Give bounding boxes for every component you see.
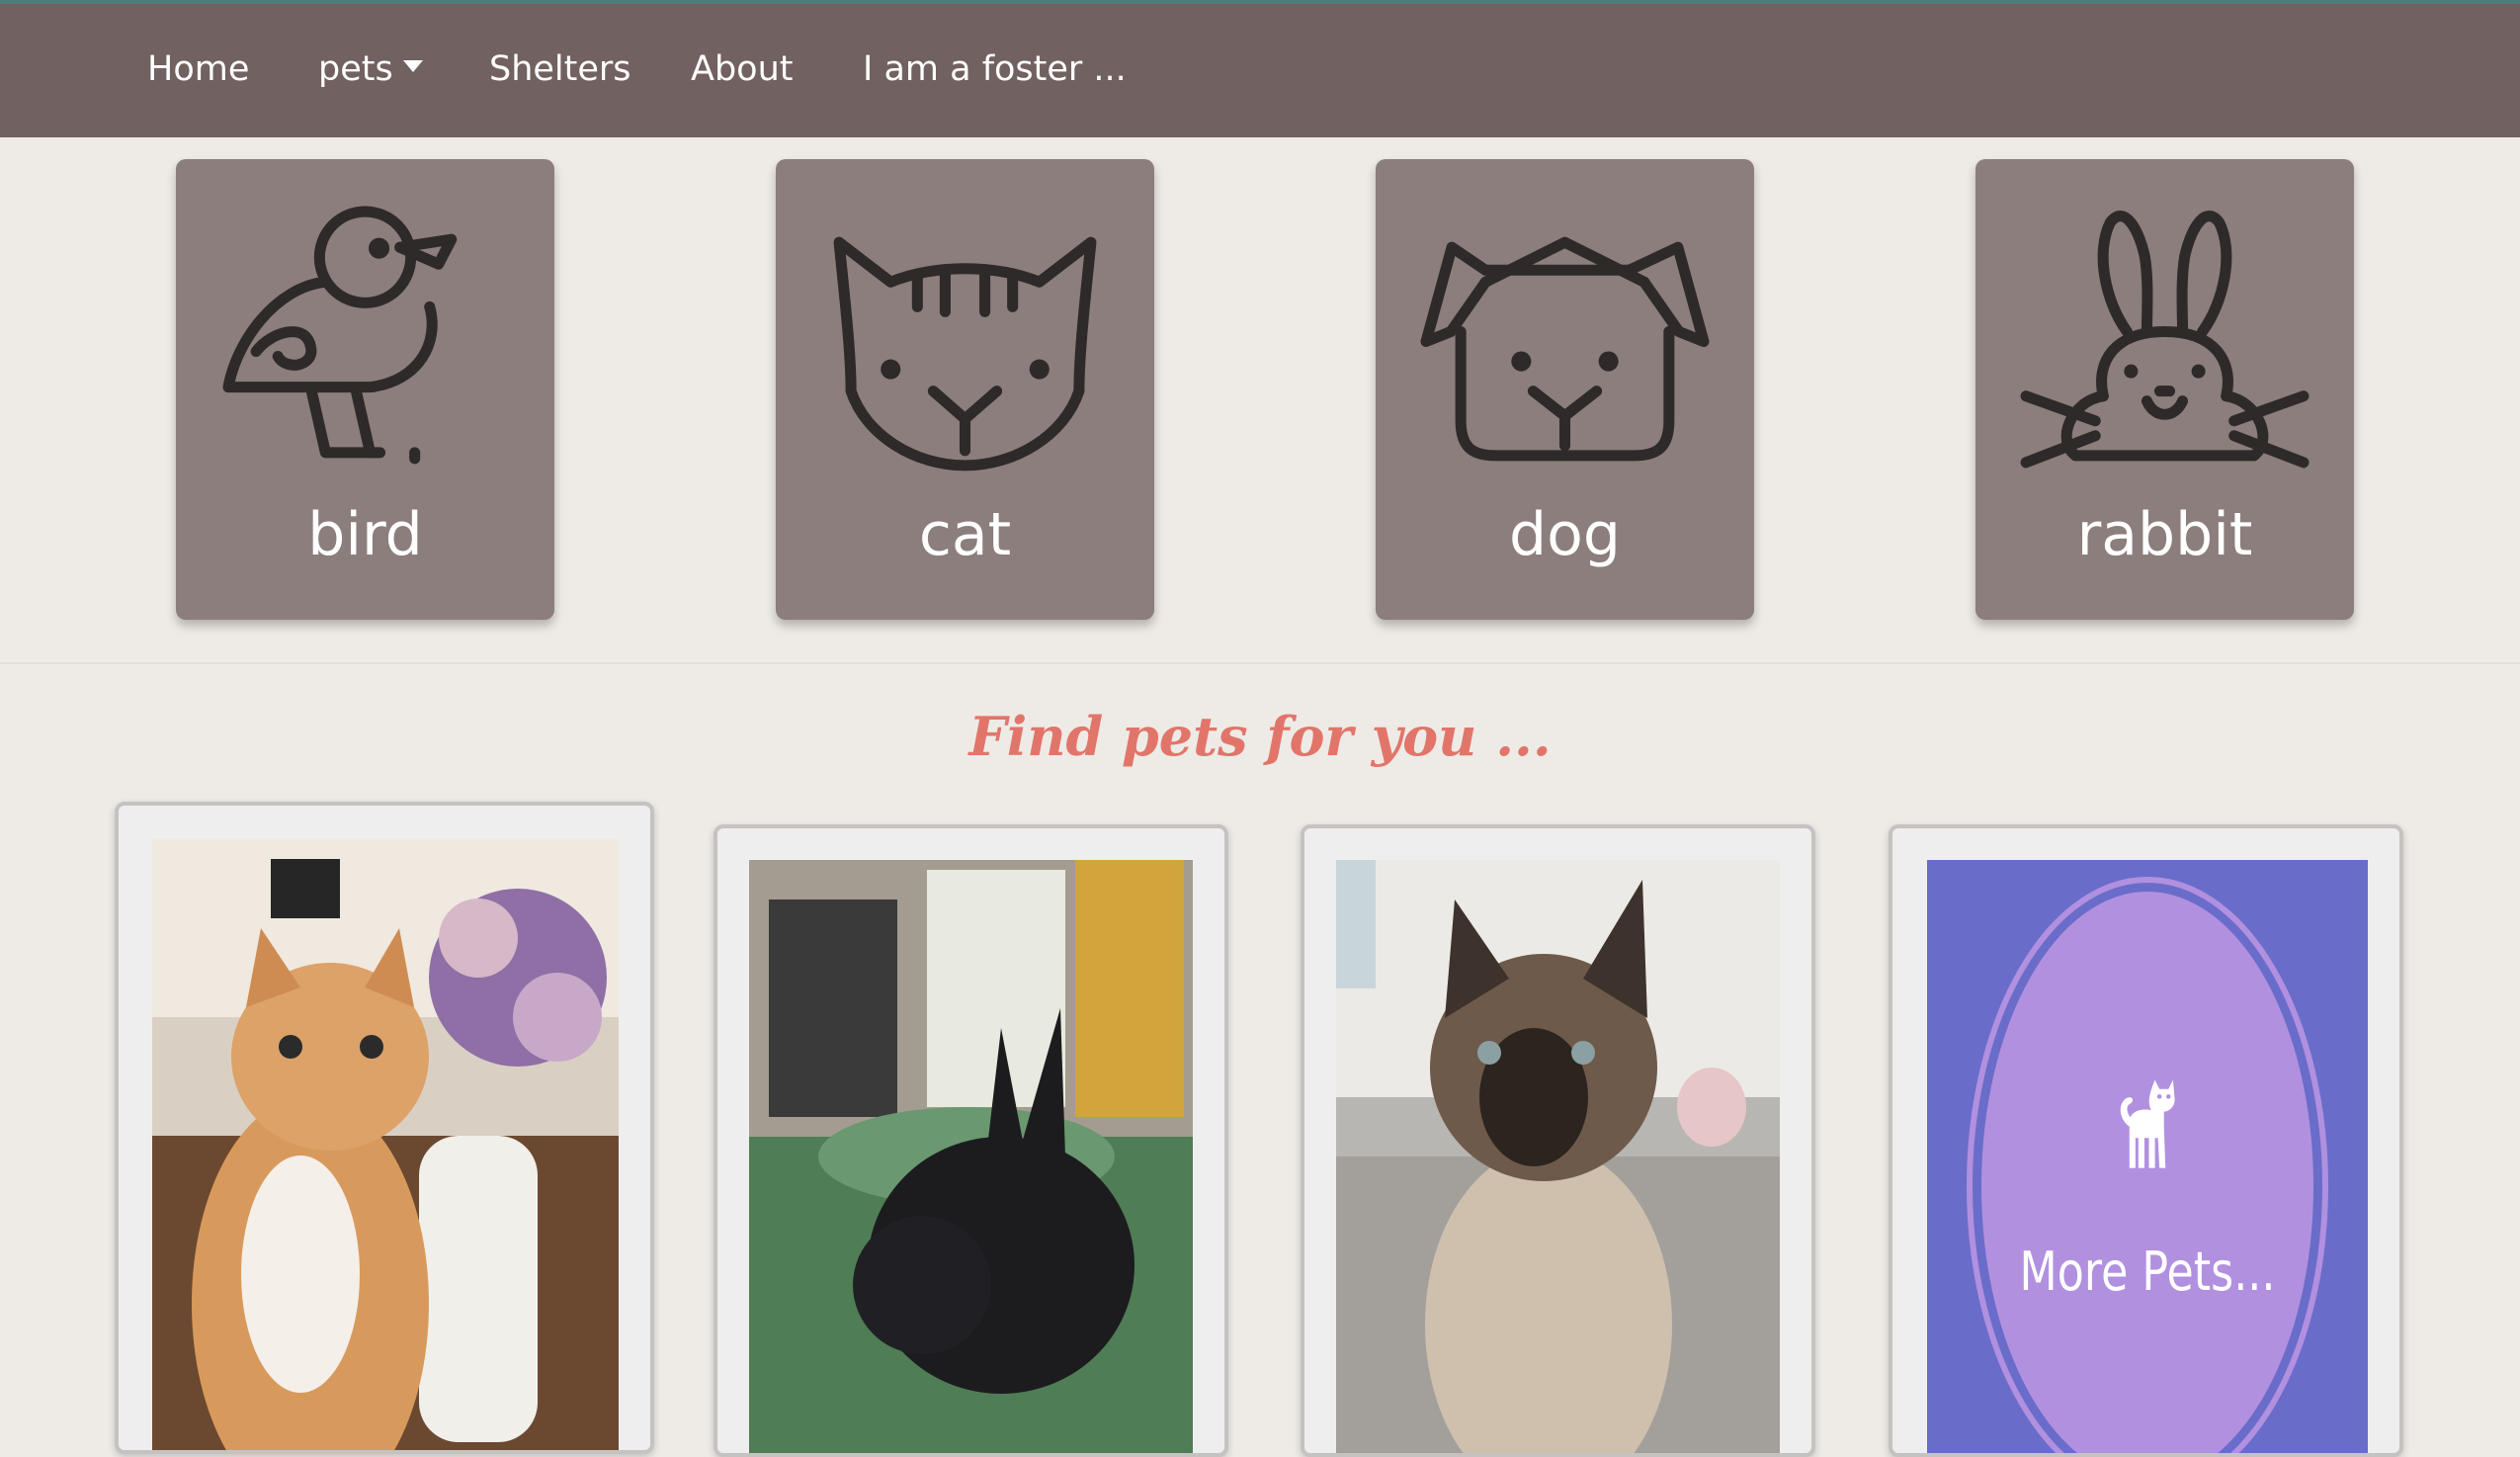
category-label-bird: bird	[307, 500, 423, 569]
nav-home[interactable]: Home	[147, 47, 249, 91]
nav-pets-label: pets	[318, 49, 393, 89]
orange-tabby-cat-photo	[152, 839, 619, 1450]
category-label-cat: cat	[918, 500, 1012, 569]
category-tile-dog[interactable]: dog	[1376, 159, 1754, 620]
category-label-dog: dog	[1509, 500, 1621, 569]
more-pets-label: More Pets...	[2019, 1241, 2276, 1303]
nav-shelters[interactable]: Shelters	[489, 47, 631, 91]
nav-foster[interactable]: I am a foster ...	[863, 47, 1127, 91]
category-label-rabbit: rabbit	[2076, 500, 2253, 569]
cat-silhouette-icon	[2120, 1079, 2175, 1168]
category-tile-rabbit[interactable]: rabbit	[1975, 159, 2354, 620]
pet-card-black-rabbit[interactable]	[714, 824, 1228, 1457]
siamese-cat-photo	[1336, 860, 1780, 1453]
bird-icon	[222, 206, 458, 465]
nav-about[interactable]: About	[691, 47, 793, 91]
find-pets-heading: Find pets for you ...	[968, 705, 1552, 768]
cat-face-icon	[833, 236, 1097, 471]
top-navbar: Home pets Shelters About I am a foster .…	[0, 0, 2520, 137]
more-pets-tile: More Pets...	[1927, 860, 2368, 1453]
category-tile-cat[interactable]: cat	[776, 159, 1154, 620]
pet-card-siamese-cat[interactable]	[1301, 824, 1815, 1457]
nav-pets-dropdown[interactable]: pets	[318, 47, 423, 91]
section-divider	[0, 662, 2520, 664]
rabbit-face-icon	[2020, 211, 2310, 469]
dog-face-icon	[1420, 236, 1710, 462]
more-pets-card[interactable]: More Pets...	[1889, 824, 2403, 1457]
caret-down-icon	[402, 60, 423, 72]
category-tile-bird[interactable]: bird	[176, 159, 554, 620]
black-rabbit-photo	[749, 860, 1193, 1453]
pet-card-orange-cat[interactable]	[115, 802, 654, 1454]
